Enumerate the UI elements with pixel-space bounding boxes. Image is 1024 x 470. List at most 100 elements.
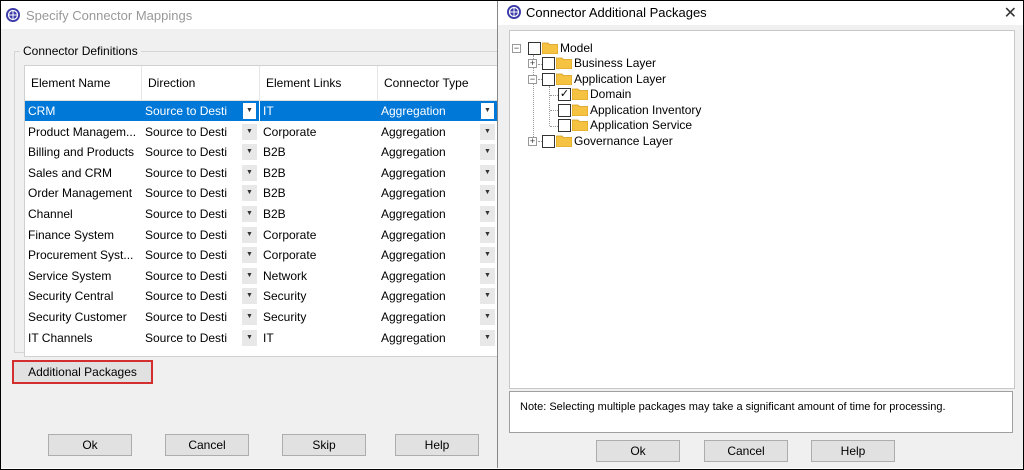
dropdown-arrow-icon[interactable]: ▼ — [242, 185, 257, 202]
dropdown-arrow-icon[interactable]: ▼ — [480, 226, 495, 243]
column-header-element-links[interactable]: Element Links — [260, 66, 378, 100]
app-logo-icon — [507, 5, 521, 19]
element-name-cell[interactable]: Procurement Syst... — [25, 245, 142, 265]
element-links-cell-text: Corporate — [263, 248, 317, 263]
help-button[interactable]: Help — [395, 434, 479, 456]
connector-type-cell-text: Aggregation — [381, 207, 446, 221]
cancel-button[interactable]: Cancel — [704, 440, 788, 462]
table-row[interactable]: Security Customer Source to Desti ▼ Securit… — [25, 307, 498, 328]
domain-checkbox[interactable]: ✓ — [558, 88, 571, 101]
dropdown-arrow-icon[interactable]: ▼ — [480, 329, 495, 346]
application-service-checkbox[interactable] — [558, 119, 571, 132]
dropdown-arrow-icon[interactable]: ▼ — [242, 288, 257, 305]
dropdown-arrow-icon[interactable]: ▼ — [480, 102, 495, 120]
element-links-cell[interactable]: B2B — [260, 163, 378, 183]
element-links-cell[interactable]: B2B — [260, 183, 378, 203]
additional-packages-button[interactable]: Additional Packages — [12, 360, 153, 384]
element-name-cell[interactable]: Finance System — [25, 225, 142, 245]
element-links-cell[interactable]: Corporate — [260, 225, 378, 245]
close-icon[interactable]: ✕ — [1004, 3, 1017, 23]
element-links-cell[interactable]: Network — [260, 266, 378, 286]
direction-cell-text: Source to Desti — [145, 145, 228, 160]
table-row[interactable]: Billing and Products Source to Desti ▼ B2B A… — [25, 142, 498, 163]
dropdown-arrow-icon[interactable]: ▼ — [242, 123, 257, 140]
governance-layer-checkbox[interactable] — [542, 135, 555, 148]
column-header-element-name[interactable]: Element Name — [25, 66, 142, 100]
element-links-cell[interactable]: IT — [260, 328, 378, 348]
tree-label: Governance Layer — [574, 134, 673, 148]
element-name-cell[interactable]: CRM — [25, 101, 142, 121]
element-links-cell[interactable]: B2B — [260, 142, 378, 162]
element-name-cell[interactable]: IT Channels — [25, 328, 142, 348]
element-name-cell[interactable]: Sales and CRM — [25, 163, 142, 183]
dropdown-arrow-icon[interactable]: ▼ — [480, 144, 495, 161]
element-name-cell[interactable]: Security Central — [25, 286, 142, 306]
application-inventory-checkbox[interactable] — [558, 104, 571, 117]
dropdown-arrow-icon[interactable]: ▼ — [242, 102, 257, 120]
app-logo-icon — [6, 8, 20, 22]
connector-type-cell-text: Aggregation — [381, 145, 446, 160]
dropdown-arrow-icon[interactable]: ▼ — [480, 185, 495, 202]
element-name-cell-text: CRM — [28, 104, 56, 118]
dropdown-arrow-icon[interactable]: ▼ — [480, 206, 495, 222]
element-links-cell[interactable]: IT — [260, 101, 378, 121]
element-name-cell[interactable]: Billing and Products — [25, 142, 142, 162]
ok-button[interactable]: Ok — [48, 434, 132, 456]
group-label: Connector Definitions — [20, 44, 141, 58]
table-row[interactable]: Service System Source to Desti ▼ Network Agg… — [25, 266, 498, 287]
dropdown-arrow-icon[interactable]: ▼ — [480, 267, 495, 284]
business-layer-checkbox[interactable] — [542, 57, 555, 70]
note-box: Note: Selecting multiple packages may ta… — [509, 391, 1013, 433]
element-name-cell[interactable]: Channel — [25, 204, 142, 224]
table-row[interactable]: Order Management Source to Desti ▼ B2B Aggre… — [25, 183, 498, 204]
dropdown-arrow-icon[interactable]: ▼ — [480, 309, 495, 325]
collapse-icon[interactable]: − — [512, 44, 521, 53]
connector-type-cell-text: Aggregation — [381, 310, 446, 324]
table-row[interactable]: CRM Source to Desti ▼ IT Aggregation ▼ — [25, 101, 498, 122]
table-row[interactable]: Security Central Source to Desti ▼ Security… — [25, 286, 498, 307]
dropdown-arrow-icon[interactable]: ▼ — [242, 329, 257, 346]
application-layer-checkbox[interactable] — [542, 73, 555, 86]
element-links-cell[interactable]: Corporate — [260, 122, 378, 142]
dropdown-arrow-icon[interactable]: ▼ — [480, 247, 495, 264]
folder-icon — [556, 57, 572, 69]
dropdown-arrow-icon[interactable]: ▼ — [242, 226, 257, 243]
cancel-button[interactable]: Cancel — [165, 434, 249, 456]
dropdown-arrow-icon[interactable]: ▼ — [242, 267, 257, 284]
element-links-cell[interactable]: Security — [260, 286, 378, 306]
dropdown-arrow-icon[interactable]: ▼ — [480, 288, 495, 305]
element-name-cell[interactable]: Service System — [25, 266, 142, 286]
direction-cell-text: Source to Desti — [145, 330, 228, 345]
table-row[interactable]: Product Managem... Source to Desti ▼ Corpor… — [25, 122, 498, 143]
element-links-cell[interactable]: Corporate — [260, 245, 378, 265]
table-row[interactable]: Sales and CRM Source to Desti ▼ B2B Aggregat… — [25, 163, 498, 184]
column-header-direction[interactable]: Direction — [142, 66, 260, 100]
element-name-cell[interactable]: Order Management — [25, 183, 142, 203]
dropdown-arrow-icon[interactable]: ▼ — [242, 206, 257, 222]
table-row[interactable]: Procurement Syst... Source to Desti ▼ Corpo… — [25, 245, 498, 266]
dropdown-arrow-icon[interactable]: ▼ — [242, 164, 257, 181]
expand-icon[interactable]: + — [528, 59, 537, 68]
skip-button[interactable]: Skip — [282, 434, 366, 456]
ok-button[interactable]: Ok — [596, 440, 680, 462]
model-checkbox[interactable] — [528, 42, 541, 55]
dropdown-arrow-icon[interactable]: ▼ — [480, 164, 495, 181]
element-links-cell[interactable]: B2B — [260, 204, 378, 224]
column-header-connector-type[interactable]: Connector Type — [378, 66, 498, 100]
table-row[interactable]: Channel Source to Desti ▼ B2B Aggregation ▼ — [25, 204, 498, 225]
element-name-cell[interactable]: Product Managem... — [25, 122, 142, 142]
help-button[interactable]: Help — [811, 440, 895, 462]
dropdown-arrow-icon[interactable]: ▼ — [242, 247, 257, 264]
table-row[interactable]: IT Channels Source to Desti ▼ IT Aggregation… — [25, 328, 498, 349]
specify-connector-mappings-window: Specify Connector Mappings Connector Def… — [1, 1, 500, 468]
dropdown-arrow-icon[interactable]: ▼ — [242, 144, 257, 161]
expand-icon[interactable]: + — [528, 137, 537, 146]
collapse-icon[interactable]: − — [528, 75, 537, 84]
element-name-cell-text: Finance System — [28, 227, 115, 242]
element-links-cell[interactable]: Security — [260, 307, 378, 327]
dropdown-arrow-icon[interactable]: ▼ — [242, 309, 257, 325]
element-name-cell[interactable]: Security Customer — [25, 307, 142, 327]
element-links-cell-text: B2B — [263, 207, 286, 221]
table-row[interactable]: Finance System Source to Desti ▼ Corporate A… — [25, 225, 498, 246]
dropdown-arrow-icon[interactable]: ▼ — [480, 123, 495, 140]
